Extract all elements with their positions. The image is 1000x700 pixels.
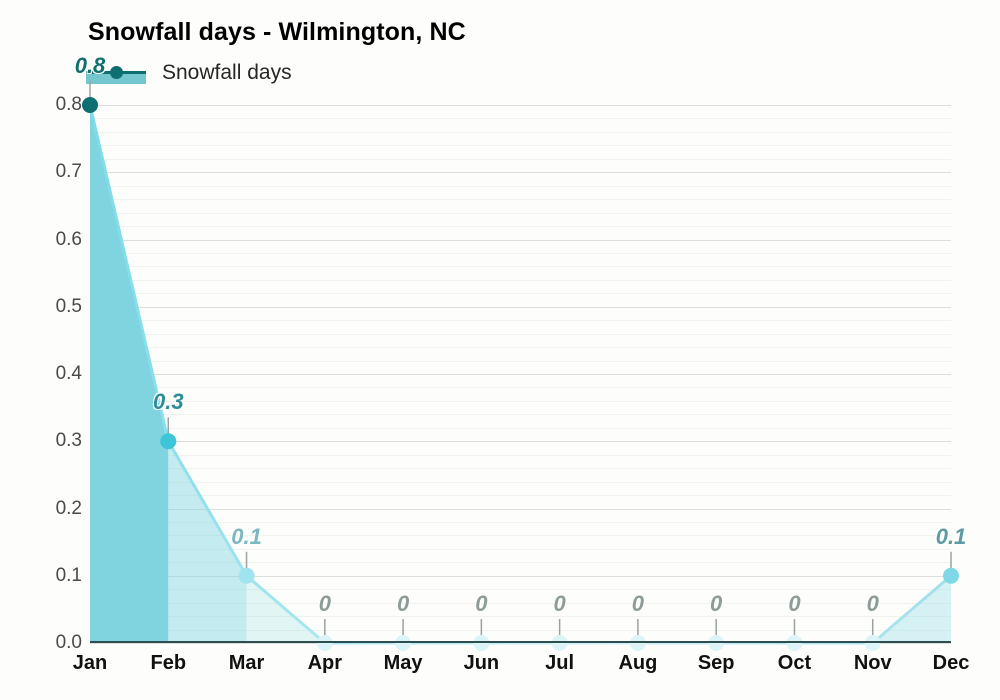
data-point-label: 0 [866, 591, 879, 616]
data-point-label: 0.1 [231, 523, 262, 549]
data-point-marker[interactable] [629, 635, 646, 651]
data-point-marker[interactable] [160, 433, 177, 450]
data-point-marker[interactable] [551, 635, 568, 651]
x-axis-tick-label: May [383, 652, 423, 674]
data-point-marker[interactable] [708, 635, 725, 651]
data-point-marker[interactable] [943, 567, 959, 584]
data-point-marker[interactable] [316, 635, 333, 651]
x-axis-tick-label: Aug [618, 652, 658, 674]
data-point-marker[interactable] [238, 567, 255, 584]
x-axis-tick-label: Apr [307, 652, 343, 674]
data-point-marker[interactable] [864, 635, 881, 651]
data-point-label: 0 [396, 591, 410, 616]
x-axis-tick-label: Sep [697, 652, 735, 674]
data-point-marker[interactable] [786, 635, 803, 651]
chart-container: Snowfall days - Wilmington, NC Snowfall … [0, 0, 1000, 700]
x-axis-tick-label: Jul [545, 652, 575, 674]
y-axis-tick-label: 0.1 [55, 564, 82, 586]
x-axis-line [90, 641, 951, 643]
plot-area [82, 81, 959, 651]
x-axis-tick-label: Dec [932, 652, 970, 674]
data-point-label: 0.8 [74, 53, 106, 78]
chart-title: Snowfall days - Wilmington, NC [88, 18, 466, 46]
y-axis-tick-label: 0.6 [55, 228, 82, 250]
data-point-label: 0 [318, 591, 331, 616]
x-axis-tick-label: Jan [72, 652, 108, 674]
data-point-label: 0.3 [152, 389, 184, 415]
y-axis-tick-label: 0.7 [55, 161, 82, 183]
y-axis-tick-label: 0.2 [55, 497, 82, 519]
legend-marker-dot-icon [110, 66, 123, 79]
x-axis-tick-label: Feb [150, 652, 187, 674]
data-point-marker[interactable] [395, 635, 412, 651]
data-point-label: 0 [710, 591, 723, 616]
y-axis-tick-label: 0.4 [55, 363, 82, 384]
x-axis-tick-label: Oct [777, 652, 812, 674]
x-axis-tick-label: Jun [463, 652, 500, 674]
y-axis-tick-label: 0.3 [55, 430, 82, 452]
data-point-label: 0.1 [935, 523, 967, 549]
legend-item-label: Snowfall days [162, 61, 292, 84]
y-axis-tick-label: 0.5 [55, 295, 82, 317]
data-point-label: 0 [475, 591, 488, 616]
data-point-marker[interactable] [82, 97, 98, 113]
series-snowfall-days [82, 81, 959, 651]
data-point-label: 0 [631, 591, 645, 616]
chart-legend[interactable]: Snowfall days [86, 58, 292, 88]
x-axis-tick-label: Nov [853, 652, 892, 674]
x-axis-tick-label: Mar [228, 652, 265, 674]
data-point-marker[interactable] [473, 635, 490, 651]
y-axis-tick-label: 0.0 [55, 632, 82, 653]
data-point-label: 0 [553, 591, 566, 616]
y-axis-tick-label: 0.8 [55, 94, 82, 115]
area-segment [90, 105, 169, 643]
data-point-label: 0 [788, 591, 801, 616]
